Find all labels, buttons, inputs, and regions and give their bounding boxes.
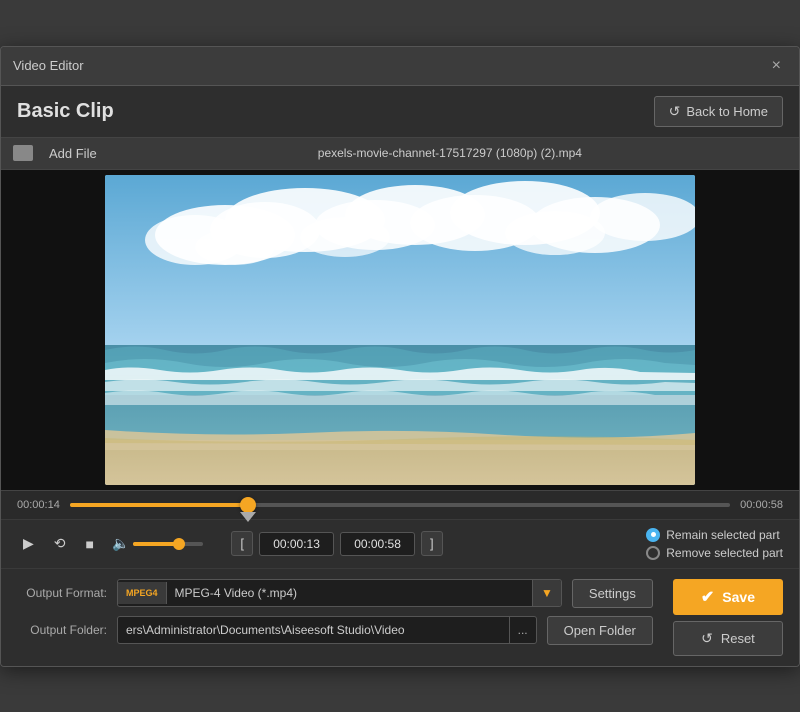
timeline-start-time: 00:00:14	[17, 499, 60, 511]
volume-track[interactable]	[133, 542, 203, 546]
format-label: Output Format:	[17, 586, 107, 600]
back-home-button[interactable]: ↺ Back to Home	[654, 96, 783, 127]
folder-dots-button[interactable]: ...	[509, 617, 536, 643]
settings-button[interactable]: Settings	[572, 579, 653, 608]
remain-radio[interactable]	[646, 528, 660, 542]
remove-option[interactable]: Remove selected part	[646, 546, 783, 560]
title-bar: Video Editor ×	[1, 47, 799, 86]
reset-button[interactable]: ↺ Reset	[673, 621, 783, 656]
volume-thumb[interactable]	[173, 538, 185, 550]
trim-start-button[interactable]: [	[231, 531, 253, 556]
refresh-icon: ↺	[669, 103, 681, 120]
trim-marker	[240, 512, 256, 522]
reset-label: Reset	[721, 631, 755, 646]
video-editor-window: Video Editor × Basic Clip ↺ Back to Home…	[0, 46, 800, 667]
add-file-icon	[13, 145, 33, 161]
add-file-button[interactable]: Add File	[43, 144, 103, 163]
output-folder-row: Output Folder: ers\Administrator\Documen…	[17, 616, 653, 645]
left-outputs: Output Format: MPEG4 MPEG-4 Video (*.mp4…	[17, 579, 653, 656]
close-button[interactable]: ×	[766, 55, 787, 77]
timeline-progress	[70, 503, 248, 507]
video-preview	[105, 175, 695, 485]
format-icon: MPEG4	[118, 582, 167, 604]
trim-end-button[interactable]: ]	[421, 531, 443, 556]
remove-radio[interactable]	[646, 546, 660, 560]
back-home-label: Back to Home	[686, 104, 768, 119]
volume-icon: 🔈	[112, 535, 129, 552]
save-check-icon: ✔	[701, 587, 714, 607]
format-select-container: MPEG4 MPEG-4 Video (*.mp4) ▼	[117, 579, 562, 607]
bottom-bar: Output Format: MPEG4 MPEG-4 Video (*.mp4…	[1, 568, 799, 666]
folder-label: Output Folder:	[17, 623, 107, 637]
play-button[interactable]: ▶	[17, 531, 40, 556]
remove-label: Remove selected part	[666, 546, 783, 560]
volume-control: 🔈	[112, 535, 203, 552]
loop-icon: ⟲	[54, 535, 66, 551]
trim-end-input[interactable]: 00:00:58	[340, 532, 415, 556]
page-title: Basic Clip	[17, 100, 114, 123]
open-folder-button[interactable]: Open Folder	[547, 616, 653, 645]
toolbar: Add File pexels-movie-channet-17517297 (…	[1, 138, 799, 170]
format-value: MPEG-4 Video (*.mp4)	[167, 580, 533, 606]
trim-controls: [ 00:00:13 00:00:58 ]	[231, 531, 442, 556]
bottom-content: Output Format: MPEG4 MPEG-4 Video (*.mp4…	[17, 579, 783, 656]
folder-input-container: ers\Administrator\Documents\Aiseesoft St…	[117, 616, 537, 644]
options-panel: Remain selected part Remove selected par…	[646, 528, 783, 560]
timeline-bar: 00:00:14 00:00:58	[1, 490, 799, 519]
save-button[interactable]: ✔ Save	[673, 579, 783, 615]
mpeg-icon-text: MPEG4	[126, 588, 158, 598]
loop-button[interactable]: ⟲	[48, 531, 72, 556]
save-label: Save	[722, 589, 755, 605]
remain-option[interactable]: Remain selected part	[646, 528, 783, 542]
header-bar: Basic Clip ↺ Back to Home	[1, 86, 799, 138]
video-container	[1, 170, 799, 490]
output-format-row: Output Format: MPEG4 MPEG-4 Video (*.mp4…	[17, 579, 653, 608]
controls-bar: ▶ ⟲ ■ 🔈 [ 00:00:13 00:00:58 ] Remain sel…	[1, 519, 799, 568]
trim-start-input[interactable]: 00:00:13	[259, 532, 334, 556]
folder-path: ers\Administrator\Documents\Aiseesoft St…	[118, 617, 509, 643]
timeline-track[interactable]	[70, 502, 730, 508]
file-name-label: pexels-movie-channet-17517297 (1080p) (2…	[113, 146, 787, 160]
action-buttons: ✔ Save ↺ Reset	[673, 579, 783, 656]
window-title: Video Editor	[13, 58, 84, 73]
remain-label: Remain selected part	[666, 528, 779, 542]
timeline-end-time: 00:00:58	[740, 499, 783, 511]
stop-button[interactable]: ■	[80, 532, 100, 556]
timeline-thumb[interactable]	[240, 497, 256, 513]
format-dropdown-button[interactable]: ▼	[532, 580, 561, 606]
reset-icon: ↺	[701, 630, 713, 647]
